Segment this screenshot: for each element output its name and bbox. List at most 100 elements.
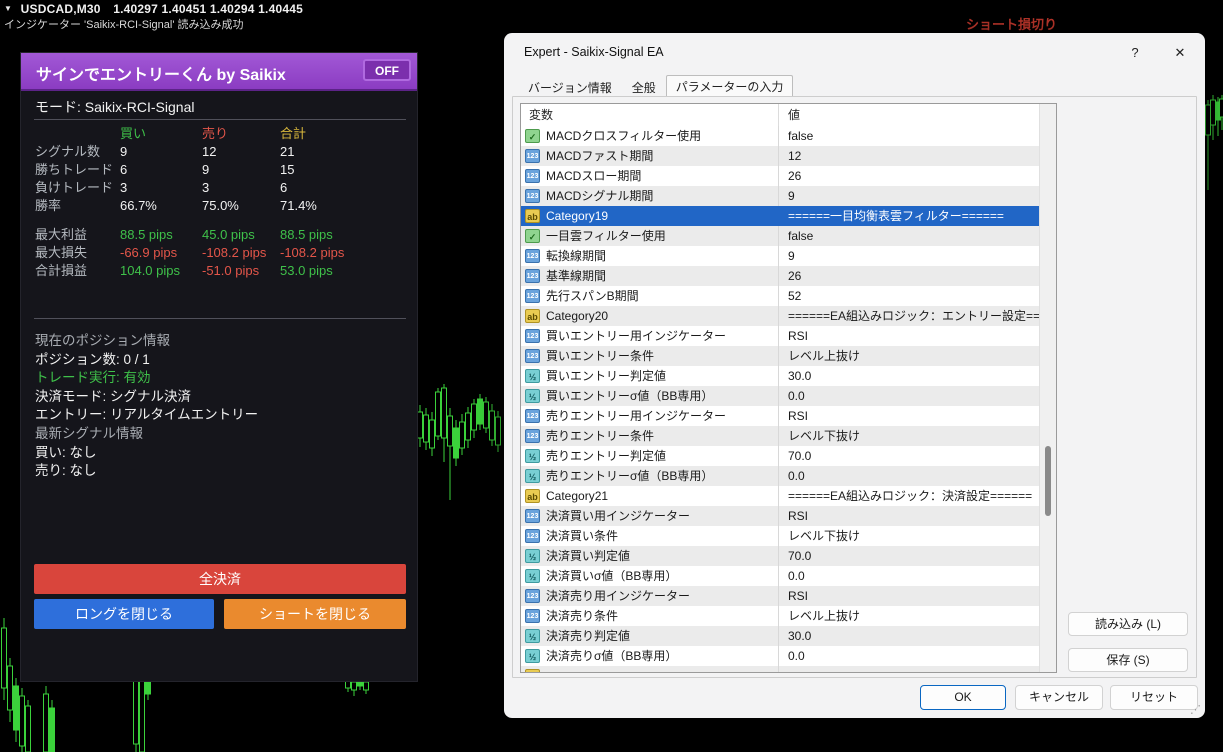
int-type-icon: 123 [525,429,540,443]
position-info-line: 買い: なし [35,444,410,463]
chevron-down-icon[interactable]: ▼ [4,4,12,13]
stats-value: 15 [280,161,410,179]
indicator-status-text: インジケーター 'Saikix-RCI-Signal' 読み込み成功 [4,16,244,32]
parameter-value[interactable]: 9 [778,186,1042,206]
parameter-value[interactable]: 0.0 [778,646,1042,666]
load-button[interactable]: 読み込み (L) [1068,612,1188,636]
stats-value: 9 [120,143,202,161]
parameter-row[interactable]: ✓MACDクロスフィルター使用false [521,126,1042,146]
parameter-value[interactable]: ======EA組込みロジック：決済設定====== [778,486,1042,506]
parameter-row[interactable]: abCategory21======EA組込みロジック：決済設定====== [521,486,1042,506]
int-type-icon: 123 [525,509,540,523]
parameter-name: MACDファスト期間 [546,146,653,166]
parameter-row[interactable]: 123決済買い条件レベル下抜け [521,526,1042,546]
parameter-row[interactable]: 123MACDスロー期間26 [521,166,1042,186]
parameter-value[interactable]: 0.0 [778,386,1042,406]
parameter-row[interactable]: 123売りエントリー用インジケーターRSI [521,406,1042,426]
parameter-row[interactable]: abCategory20======EA組込みロジック：エントリー設定===..… [521,306,1042,326]
scrollbar-thumb[interactable] [1045,446,1051,516]
resize-grip[interactable]: ⋰ [1190,705,1201,715]
parameter-row[interactable]: ab [521,666,1042,673]
signal-panel-title: サインでエントリーくん by Saikix [36,61,286,85]
parameter-row[interactable]: ½買いエントリー判定値30.0 [521,366,1042,386]
parameter-value[interactable]: 30.0 [778,626,1042,646]
panel-off-toggle-button[interactable]: OFF [363,59,411,81]
parameter-row[interactable]: 123決済買い用インジケーターRSI [521,506,1042,526]
parameter-row[interactable]: 123売りエントリー条件レベル下抜け [521,426,1042,446]
parameter-value[interactable]: RSI [778,506,1042,526]
parameter-row[interactable]: 123基準線期間26 [521,266,1042,286]
parameter-name: MACDスロー期間 [546,166,641,186]
parameter-value[interactable]: 9 [778,246,1042,266]
close-all-button[interactable]: 全決済 [34,564,406,594]
parameter-row[interactable]: 123先行スパンB期間52 [521,286,1042,306]
parameter-value[interactable]: レベル上抜け [778,606,1042,626]
parameter-value[interactable]: レベル上抜け [778,346,1042,366]
stats-value: 21 [280,143,410,161]
parameter-value[interactable]: 52 [778,286,1042,306]
parameter-row[interactable]: abCategory19======一目均衡表雲フィルター====== [521,206,1042,226]
parameter-value[interactable] [778,666,1042,673]
divider [34,318,406,319]
stats-value: -108.2 pips [280,244,410,262]
parameter-row[interactable]: ½決済買いσ値（BB専用）0.0 [521,566,1042,586]
int-type-icon: 123 [525,149,540,163]
stats-row-label: 合計損益 [35,262,120,280]
parameter-row[interactable]: 123買いエントリー用インジケーターRSI [521,326,1042,346]
close-short-button[interactable]: ショートを閉じる [224,599,406,629]
parameter-value[interactable]: RSI [778,406,1042,426]
parameter-value[interactable]: false [778,126,1042,146]
position-info-line: トレード実行: 有効 [35,369,410,388]
stats-value: 6 [120,161,202,179]
reset-button[interactable]: リセット [1110,685,1198,710]
parameter-row[interactable]: 123 MACDファスト期間 12 [521,146,1042,166]
parameter-value[interactable]: 26 [778,166,1042,186]
help-icon[interactable]: ? [1124,42,1146,64]
parameter-name: 一目雲フィルター使用 [546,226,666,246]
parameter-value[interactable]: 70.0 [778,546,1042,566]
parameter-row[interactable]: 123MACDシグナル期間9 [521,186,1042,206]
parameter-row[interactable]: 123買いエントリー条件レベル上抜け [521,346,1042,366]
stats-row: シグナル数91221 [35,143,410,161]
parameter-value[interactable]: RSI [778,326,1042,346]
parameter-name: 売りエントリー判定値 [546,446,666,466]
parameter-row[interactable]: 123決済売り条件レベル上抜け [521,606,1042,626]
parameter-value[interactable]: 0.0 [778,466,1042,486]
tab-inputs[interactable]: パラメーターの入力 [666,75,794,98]
parameter-row[interactable]: ½決済売りσ値（BB専用）0.0 [521,646,1042,666]
table-scrollbar[interactable] [1039,104,1056,672]
parameter-value[interactable]: 0.0 [778,566,1042,586]
parameter-name: 決済買い条件 [546,526,618,546]
parameter-row[interactable]: ½売りエントリー判定値70.0 [521,446,1042,466]
parameter-value[interactable]: false [778,226,1042,246]
save-button[interactable]: 保存 (S) [1068,648,1188,672]
parameter-value[interactable]: レベル下抜け [778,426,1042,446]
close-long-button[interactable]: ロングを閉じる [34,599,214,629]
stats-row: 最大損失-66.9 pips-108.2 pips-108.2 pips [35,244,410,262]
parameter-name: 転換線期間 [546,246,606,266]
stats-row-label: 負けトレード [35,179,120,197]
parameter-row[interactable]: ✓一目雲フィルター使用false [521,226,1042,246]
parameter-value[interactable]: ======EA組込みロジック：エントリー設定===... [778,306,1042,326]
parameter-value[interactable]: 70.0 [778,446,1042,466]
parameter-row[interactable]: ½決済売り判定値30.0 [521,626,1042,646]
dialog-tabs: バージョン情報 全般 パラメーターの入力 [518,77,793,98]
parameter-row[interactable]: ½決済買い判定値70.0 [521,546,1042,566]
parameter-value[interactable]: 26 [778,266,1042,286]
double-type-icon: ½ [525,389,540,403]
parameter-row[interactable]: 123転換線期間9 [521,246,1042,266]
parameter-value[interactable]: レベル下抜け [778,526,1042,546]
ok-button[interactable]: OK [920,685,1006,710]
parameter-row[interactable]: 123決済売り用インジケーターRSI [521,586,1042,606]
stats-value: 71.4% [280,197,410,215]
parameter-value[interactable]: ======一目均衡表雲フィルター====== [778,206,1042,226]
close-icon[interactable]: ✕ [1166,42,1194,64]
parameter-value[interactable]: RSI [778,586,1042,606]
int-type-icon: 123 [525,289,540,303]
parameter-value[interactable]: 12 [778,146,1042,166]
parameter-row[interactable]: ½売りエントリーσ値（BB専用）0.0 [521,466,1042,486]
parameter-row[interactable]: ½買いエントリーσ値（BB専用）0.0 [521,386,1042,406]
cancel-button[interactable]: キャンセル [1015,685,1103,710]
double-type-icon: ½ [525,629,540,643]
parameter-value[interactable]: 30.0 [778,366,1042,386]
